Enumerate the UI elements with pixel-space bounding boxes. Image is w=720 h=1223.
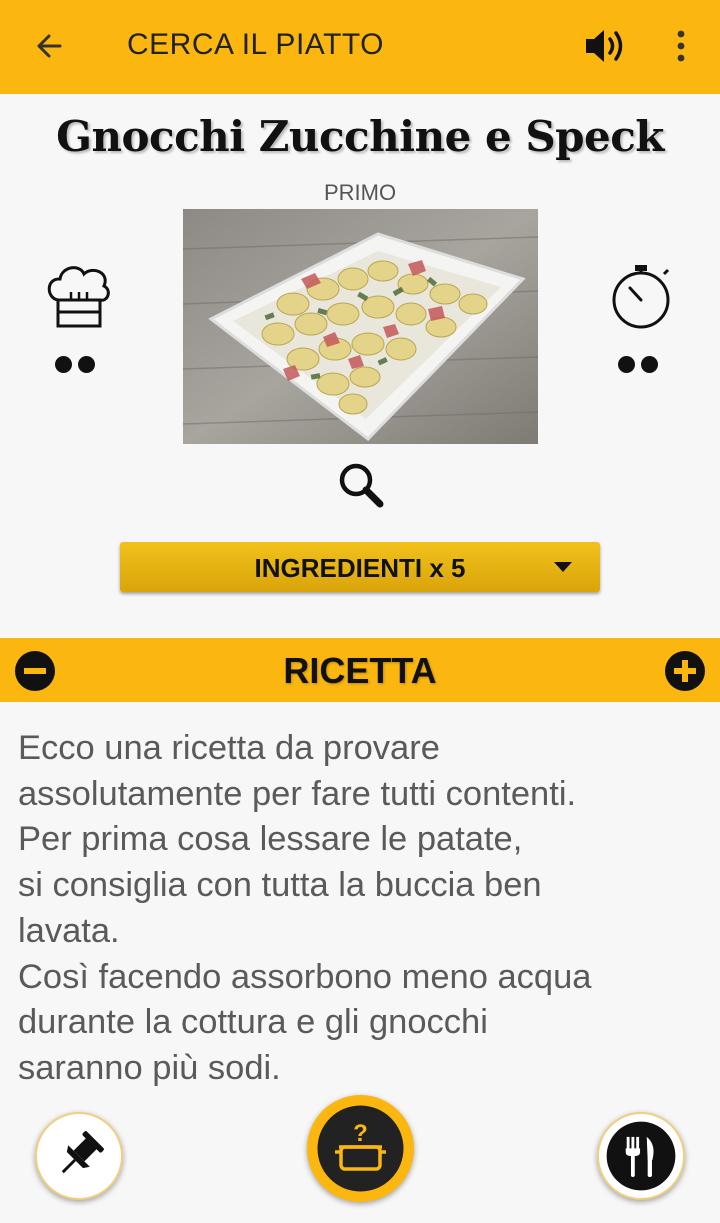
- app-bar: CERCA IL PIATTO: [0, 0, 720, 94]
- recipe-section-bar: RICETTA: [0, 638, 720, 702]
- section-heading: RICETTA: [283, 650, 437, 691]
- svg-text:?: ?: [353, 1120, 368, 1147]
- stopwatch-icon: [612, 265, 670, 329]
- pot-question-icon: ?: [317, 1105, 404, 1192]
- recipe-title: Gnocchi Zucchine e Speck: [56, 112, 664, 161]
- plus-circle-icon[interactable]: [664, 650, 706, 692]
- time-dot: [641, 356, 658, 373]
- more-vertical-icon[interactable]: [666, 26, 696, 66]
- volume-icon[interactable]: [582, 24, 632, 68]
- search-icon[interactable]: [336, 460, 386, 510]
- pin-button[interactable]: [35, 1112, 123, 1200]
- recipe-text: Ecco una ricetta da provare assolutament…: [18, 729, 592, 1087]
- time-dots: [618, 356, 658, 373]
- time-dot: [618, 356, 635, 373]
- dish-photo[interactable]: [183, 209, 538, 444]
- difficulty-dots: [55, 356, 95, 373]
- cooking-pot-button[interactable]: ?: [307, 1095, 414, 1202]
- pin-icon: [61, 1131, 104, 1174]
- fork-knife-icon: [606, 1121, 676, 1191]
- difficulty-dot: [78, 356, 95, 373]
- recipe-category: PRIMO: [323, 180, 397, 205]
- difficulty-dot: [55, 356, 72, 373]
- ingredients-dropdown[interactable]: INGREDIENTI x 5: [120, 542, 600, 592]
- utensils-button[interactable]: [597, 1112, 685, 1200]
- arrow-left-icon[interactable]: [30, 24, 70, 68]
- app-title: CERCA IL PIATTO: [127, 28, 385, 61]
- chef-hat-icon: [47, 266, 110, 328]
- ingredients-label: INGREDIENTI x 5: [254, 553, 466, 583]
- caret-down-icon: [554, 562, 572, 572]
